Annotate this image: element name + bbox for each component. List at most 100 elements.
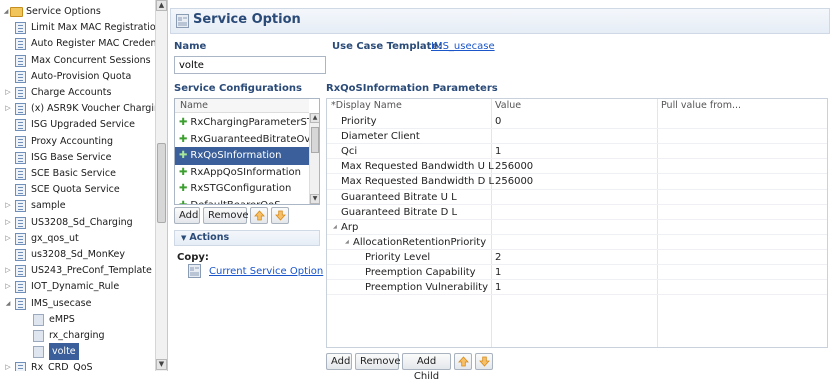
add-child-button[interactable]: Add Child <box>402 353 451 382</box>
move-up-button[interactable] <box>250 207 268 224</box>
parameter-row[interactable]: ◢ AllocationRetentionPriority <box>345 237 486 248</box>
tree-item[interactable]: ▷ US243_PreConf_Template <box>0 262 155 279</box>
document-icon <box>15 200 26 213</box>
expand-icon[interactable]: ▷ <box>4 230 12 247</box>
row-divider <box>327 158 827 160</box>
arrow-up-icon <box>253 210 265 221</box>
scroll-up-icon[interactable]: ▲ <box>156 0 167 11</box>
tree-item-label: (x) ASR9K Voucher Charging <box>31 103 167 115</box>
tree-item[interactable]: Limit Max MAC Registrations <box>0 19 167 36</box>
tree-item[interactable]: ▷ gx_qos_ut <box>0 230 155 247</box>
expand-icon[interactable]: ▷ <box>4 84 12 101</box>
tree-item[interactable]: ▷ IOT_Dynamic_Rule <box>0 278 155 295</box>
remove-config-button[interactable]: Remove <box>203 207 249 224</box>
tree-item[interactable]: ▷ Rx_CRD_QoS <box>0 359 155 371</box>
parameter-row[interactable]: Preemption Vulnerability <box>365 282 488 293</box>
tree-item[interactable]: volte <box>0 343 155 361</box>
scroll-up-icon[interactable]: ▲ <box>310 113 319 123</box>
tree-item[interactable]: ▷ sample <box>0 197 155 214</box>
collapse-icon[interactable]: ◢ <box>2 3 10 20</box>
expand-icon[interactable]: ▷ <box>4 262 12 279</box>
row-divider <box>327 128 827 130</box>
scroll-down-icon[interactable]: ▼ <box>156 359 167 370</box>
column-header-value[interactable]: Value <box>495 100 521 111</box>
actions-text: Actions <box>189 232 230 243</box>
tree-scrollbar[interactable]: ▲ ▼ <box>155 0 167 371</box>
parameter-row[interactable]: Max Requested Bandwidth U L <box>341 161 494 172</box>
collapse-icon[interactable]: ◢ <box>4 295 12 312</box>
parameter-value[interactable]: 1 <box>495 146 501 157</box>
parameter-row[interactable]: Guaranteed Bitrate D L <box>341 207 457 218</box>
tree-item[interactable]: ◢ Service Options <box>0 3 155 20</box>
tree-item[interactable]: ▷ (x) ASR9K Voucher Charging <box>0 100 166 117</box>
parameter-row[interactable]: Qci <box>341 146 357 157</box>
tree-item[interactable]: Auto-Provision Quota <box>0 68 155 85</box>
column-header-pull-value[interactable]: Pull value from... <box>661 100 741 111</box>
document-icon <box>15 281 26 294</box>
remove-parameter-button[interactable]: Remove <box>355 353 401 370</box>
config-list-scrollbar[interactable]: ▲ ▼ <box>309 113 319 204</box>
add-config-icon: ✚ <box>179 133 188 145</box>
add-config-button[interactable]: Add <box>174 207 200 224</box>
tree-item[interactable]: ▷ Charge Accounts <box>0 84 155 101</box>
parameter-value[interactable]: 0 <box>495 116 501 127</box>
folder-icon <box>10 7 23 17</box>
parameter-value[interactable]: 256000 <box>495 161 533 172</box>
column-header-display-name[interactable]: *Display Name <box>331 100 402 111</box>
parameter-row[interactable]: Guaranteed Bitrate U L <box>341 192 457 203</box>
add-config-icon: ✚ <box>179 117 188 128</box>
name-input[interactable] <box>174 56 326 74</box>
config-list-item[interactable]: ✚ RxChargingParameterSTC <box>175 114 309 132</box>
tree-item[interactable]: us3208_Sd_MonKey <box>0 246 155 263</box>
expand-icon[interactable]: ▷ <box>4 197 12 214</box>
use-case-link[interactable]: IMS_usecase <box>431 41 495 52</box>
copy-current-service-option-link[interactable]: Current Service Option <box>209 266 323 277</box>
param-move-up-button[interactable] <box>454 353 472 370</box>
expand-icon[interactable]: ▷ <box>4 278 12 295</box>
row-divider <box>327 233 827 235</box>
parameter-row[interactable]: Max Requested Bandwidth D L <box>341 176 494 187</box>
param-move-down-button[interactable] <box>475 353 493 370</box>
parameter-value[interactable]: 1 <box>495 267 501 278</box>
config-list-item[interactable]: ✚ RxGuaranteedBitrateOve <box>175 131 309 149</box>
tree-item-label: Auto Register MAC Credentia <box>31 38 168 50</box>
tree-item[interactable]: Auto Register MAC Credentia <box>0 35 167 52</box>
add-parameter-button[interactable]: Add <box>326 353 352 370</box>
move-down-button[interactable] <box>271 207 289 224</box>
parameter-row[interactable]: Preemption Capability <box>365 267 476 278</box>
tree-item[interactable]: Max Concurrent Sessions <box>0 52 155 69</box>
tree-item[interactable]: rx_charging <box>0 327 155 344</box>
tree-item[interactable]: SCE Quota Service <box>0 181 155 198</box>
config-list-item[interactable]: ✚ RxSTGConfiguration <box>175 180 309 198</box>
config-list-item[interactable]: ✚DefaultBearerQoS <box>175 197 309 204</box>
tree-item[interactable]: Proxy Accounting <box>0 133 155 150</box>
parameter-value[interactable]: 2 <box>495 252 501 263</box>
parameter-row[interactable]: ◢ Arp <box>333 221 359 233</box>
tree-item[interactable]: ISG Upgraded Service <box>0 116 155 133</box>
parameter-value[interactable]: 256000 <box>495 176 533 187</box>
tree-item[interactable]: ISG Base Service <box>0 149 155 166</box>
config-scroll-thumb[interactable] <box>311 127 319 153</box>
tree-item[interactable]: eMPS <box>0 311 155 328</box>
document-icon <box>15 87 26 99</box>
parameter-name: Arp <box>341 221 359 233</box>
collapse-icon[interactable]: ◢ <box>345 239 349 245</box>
parameter-row[interactable]: Priority Level <box>365 252 430 263</box>
tree-item[interactable]: ▷ US3208_Sd_Charging <box>0 214 155 231</box>
expand-icon[interactable]: ▷ <box>4 214 12 231</box>
document-icon <box>15 38 26 51</box>
config-list-item[interactable]: ✚ RxQoSInformation <box>175 147 309 166</box>
tree-scroll-thumb[interactable] <box>157 143 166 223</box>
parameter-row[interactable]: Priority <box>341 116 377 127</box>
expand-icon[interactable]: ▷ <box>4 100 12 117</box>
tree-item[interactable]: ◢ IMS_usecase <box>0 295 155 312</box>
parameter-value[interactable]: 1 <box>495 282 501 293</box>
expand-icon[interactable]: ▷ <box>4 359 12 371</box>
config-list-item[interactable]: ✚ RxAppQoSInformation <box>175 164 309 182</box>
collapse-icon[interactable]: ◢ <box>333 224 337 230</box>
parameter-row[interactable]: Diameter Client <box>341 131 420 142</box>
tree-item[interactable]: SCE Basic Service <box>0 165 155 182</box>
actions-label[interactable]: ▼ Actions <box>181 232 229 243</box>
scroll-down-icon[interactable]: ▼ <box>310 194 319 204</box>
parameter-name: Priority <box>341 116 377 127</box>
